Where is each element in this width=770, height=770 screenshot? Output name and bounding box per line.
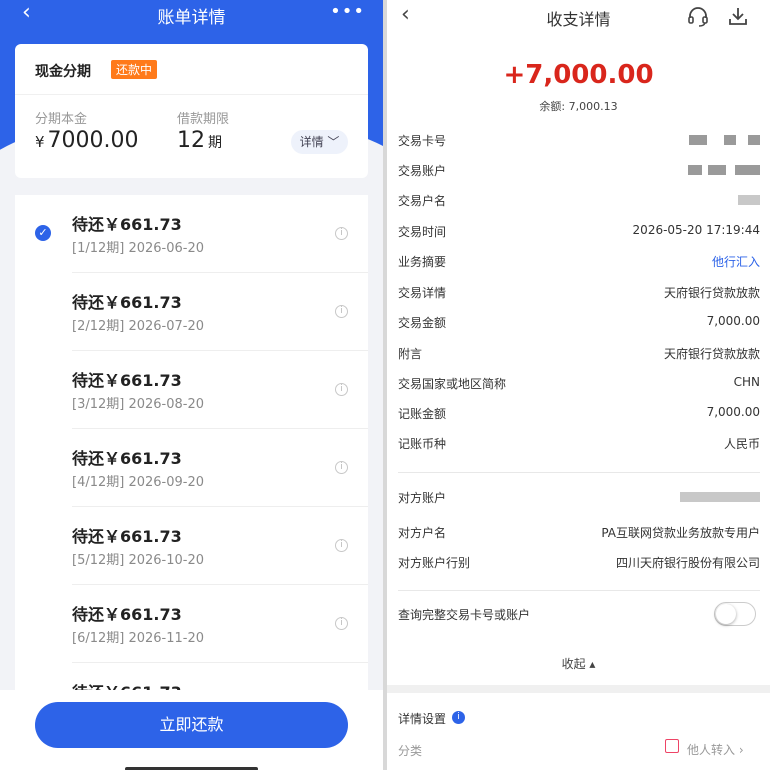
bill-detail-panel: ‹ 账单详情 ••• 现金分期 还款中 分期本金 ¥7000.00 借款期限 1… (0, 0, 383, 770)
detail-row: 交易户名 (398, 189, 760, 211)
installment-date: [3/12期] 2026-08-20 (72, 397, 205, 412)
installment-date: [6/12期] 2026-11-20 (72, 631, 205, 646)
principal-label: 分期本金 (35, 112, 88, 127)
redacted-mask (748, 135, 760, 145)
balance: 余额: 7,000.13 (539, 100, 618, 113)
redacted-mask (735, 165, 760, 175)
detail-row: 对方账户 (398, 486, 760, 508)
info-icon[interactable]: i (452, 711, 465, 724)
detail-row: 交易卡号 (398, 129, 760, 151)
installment-amount: 待还￥661.73 (72, 605, 182, 624)
installment-amount: 待还￥661.73 (72, 215, 182, 234)
download-icon[interactable] (727, 5, 749, 27)
info-icon[interactable]: i (335, 539, 348, 552)
detail-row: 业务摘要 他行汇入 (398, 253, 760, 270)
more-icon[interactable]: ••• (330, 0, 365, 24)
category-label: 分类 (398, 744, 423, 758)
transaction-detail-panel: ‹ 收支详情 +7,000.00 余额: 7,000.13 交易卡号 交易账户 (387, 0, 770, 770)
detail-row: 交易金额 7,000.00 (398, 314, 760, 330)
category-value[interactable]: 他人转入 › (687, 741, 744, 758)
info-icon[interactable]: i (335, 383, 348, 396)
installment-date: [4/12期] 2026-09-20 (72, 475, 205, 490)
redacted-mask (724, 135, 736, 145)
summary-link[interactable]: 他行汇入 (712, 253, 760, 270)
detail-button[interactable]: 详情 ﹀ (291, 130, 348, 154)
list-item[interactable]: 待还￥661.73 [4/12期] 2026-09-20 i (15, 429, 368, 507)
redacted-mask (738, 195, 760, 205)
toggle-label: 查询完整交易卡号或账户 (398, 608, 531, 622)
installment-list: ✓ 待还￥661.73 [1/12期] 2026-06-20 i 待还￥661.… (15, 195, 368, 715)
list-item[interactable]: 待还￥661.73 [6/12期] 2026-11-20 i (15, 585, 368, 663)
collapse-button[interactable]: 收起 ▴ (387, 655, 770, 672)
repay-now-button[interactable]: 立即还款 (35, 702, 348, 748)
installment-date: [5/12期] 2026-10-20 (72, 553, 205, 568)
info-icon[interactable]: i (335, 227, 348, 240)
installment-amount: 待还￥661.73 (72, 371, 182, 390)
principal-value: ¥7000.00 (35, 128, 139, 153)
detail-row: 交易国家或地区简称 CHN (398, 375, 760, 391)
installment-date: [2/12期] 2026-07-20 (72, 319, 205, 334)
loan-summary-card: 现金分期 还款中 分期本金 ¥7000.00 借款期限 12 期 详情 ﹀ (15, 44, 368, 178)
detail-row: 对方户名 PA互联网贷款业务放款专用户 (398, 526, 760, 540)
info-icon[interactable]: i (335, 305, 348, 318)
term-label: 借款期限 (177, 112, 230, 127)
term-value: 12 期 (177, 128, 222, 153)
page-title: 收支详情 (546, 10, 611, 29)
left-top-bar: ‹ 账单详情 ••• (0, 0, 383, 28)
info-icon[interactable]: i (335, 617, 348, 630)
toggle-row: 查询完整交易卡号或账户 (398, 603, 760, 625)
detail-row: 附言 天府银行贷款放款 (398, 347, 760, 361)
list-item[interactable]: ✓ 待还￥661.73 [1/12期] 2026-06-20 i (15, 195, 368, 273)
detail-row: 交易账户 (398, 159, 760, 181)
installment-amount: 待还￥661.73 (72, 293, 182, 312)
installment-amount: 待还￥661.73 (72, 527, 182, 546)
list-item[interactable]: 待还￥661.73 [3/12期] 2026-08-20 i (15, 351, 368, 429)
detail-row: 交易时间 2026-05-20 17:19:44 (398, 223, 760, 239)
list-item[interactable]: 待还￥661.73 [5/12期] 2026-10-20 i (15, 507, 368, 585)
redacted-mask (689, 135, 707, 145)
installment-date: [1/12期] 2026-06-20 (72, 241, 205, 256)
loan-type: 现金分期 (35, 64, 91, 80)
checkmark-icon: ✓ (35, 225, 51, 241)
detail-settings-label: 详情设置 (398, 712, 447, 726)
installment-amount: 待还￥661.73 (72, 449, 182, 468)
bottom-action-bar: 立即还款 (0, 690, 383, 770)
screenshot: ‹ 账单详情 ••• 现金分期 还款中 分期本金 ¥7000.00 借款期限 1… (0, 0, 770, 770)
headset-icon[interactable] (687, 5, 709, 27)
divider (398, 590, 760, 591)
detail-row: 对方账户行别 四川天府银行股份有限公司 (398, 556, 760, 570)
redacted-mask (688, 165, 702, 175)
redacted-mask (708, 165, 726, 175)
list-item[interactable]: 待还￥661.73 [2/12期] 2026-07-20 i (15, 273, 368, 351)
currency-symbol: ¥ (35, 133, 45, 151)
show-full-account-toggle[interactable] (714, 602, 756, 626)
detail-row: 记账金额 7,000.00 (398, 405, 760, 421)
category-icon (665, 739, 679, 753)
transaction-amount: +7,000.00 (503, 60, 654, 90)
redacted-mask (680, 492, 760, 502)
divider (398, 472, 760, 473)
info-icon[interactable]: i (335, 461, 348, 474)
detail-row: 交易详情 天府银行贷款放款 (398, 286, 760, 300)
detail-row: 记账币种 人民币 (398, 437, 760, 451)
page-title: 账单详情 (157, 8, 226, 28)
status-badge: 还款中 (111, 60, 158, 79)
